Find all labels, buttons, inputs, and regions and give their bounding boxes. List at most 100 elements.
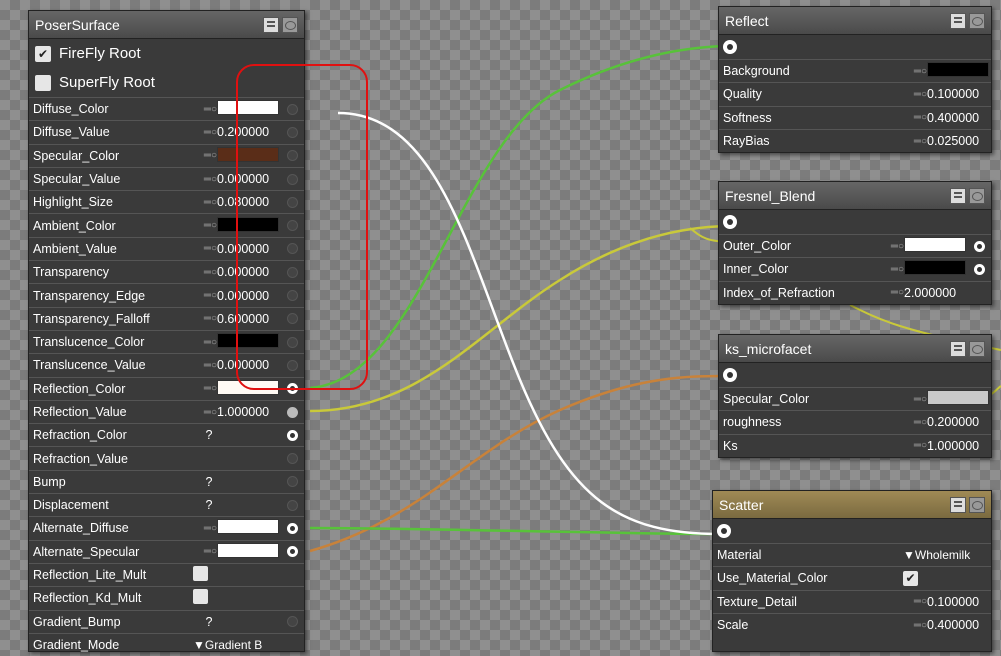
param-value[interactable]: ✔ <box>903 570 991 586</box>
preview-icon[interactable] <box>282 16 298 33</box>
color-swatch[interactable] <box>217 542 279 558</box>
color-swatch[interactable] <box>927 62 989 78</box>
output-socket-icon[interactable] <box>723 40 737 54</box>
link-key-icon[interactable]: ═○ <box>193 523 217 534</box>
fresnel-output[interactable] <box>719 210 991 234</box>
link-key-icon[interactable]: ═○ <box>903 394 927 405</box>
param-value[interactable] <box>193 589 281 607</box>
param-row-reflection-kd-mult[interactable]: Reflection_Kd_Mult <box>29 586 304 609</box>
checkbox[interactable] <box>193 589 208 605</box>
param-row-ks[interactable]: Ks ═○ 1.000000 <box>719 433 991 457</box>
input-socket-icon[interactable] <box>287 616 298 628</box>
link-key-icon[interactable]: ═○ <box>193 383 217 394</box>
link-key-icon[interactable]: ═○ <box>193 313 217 324</box>
param-value[interactable]: 0.200000 <box>927 415 991 429</box>
param-value[interactable] <box>927 390 991 408</box>
param-row-scale[interactable]: Scale ═○ 0.400000 <box>713 612 991 636</box>
param-row-specular-color[interactable]: Specular_Color ═○ <box>719 387 991 410</box>
link-key-icon[interactable]: ═○ <box>193 267 217 278</box>
param-value[interactable] <box>217 519 281 537</box>
param-row-raybias[interactable]: RayBias ═○ 0.025000 <box>719 128 991 152</box>
color-swatch[interactable] <box>904 260 966 276</box>
param-value[interactable]: 0.100000 <box>927 87 991 101</box>
reflect-header[interactable]: Reflect <box>719 7 991 35</box>
input-socket-icon[interactable] <box>287 429 298 441</box>
link-key-icon[interactable]: ═○ <box>903 136 927 147</box>
param-row-use-material-color[interactable]: Use_Material_Color ✔ <box>713 566 991 589</box>
output-socket-icon[interactable] <box>723 368 737 382</box>
menu-icon[interactable] <box>950 340 966 357</box>
param-row-reflection-lite-mult[interactable]: Reflection_Lite_Mult <box>29 562 304 586</box>
param-row-outer-color[interactable]: Outer_Color ═○ <box>719 234 991 257</box>
param-value[interactable]: 1.000000 <box>927 439 991 453</box>
link-key-icon[interactable]: ═○ <box>903 620 927 631</box>
scatter-node[interactable]: Scatter Material ▼Wholemilk Use_Material_C… <box>712 490 992 652</box>
param-row-gradient-mode[interactable]: Gradient_Mode ▼Gradient B <box>29 632 304 656</box>
param-row-quality[interactable]: Quality ═○ 0.100000 <box>719 82 991 105</box>
preview-icon[interactable] <box>969 496 985 513</box>
param-row-alternate-diffuse[interactable]: Alternate_Diffuse ═○ <box>29 516 304 539</box>
param-row-material[interactable]: Material ▼Wholemilk <box>713 543 991 566</box>
input-socket-icon[interactable] <box>287 406 298 418</box>
param-row-softness[interactable]: Softness ═○ 0.400000 <box>719 105 991 129</box>
param-value[interactable] <box>193 566 281 584</box>
output-socket-icon[interactable] <box>717 524 731 538</box>
dropdown-select[interactable]: ▼Gradient B <box>193 638 281 652</box>
link-key-icon[interactable]: ═○ <box>193 360 217 371</box>
link-key-icon[interactable]: ═○ <box>903 66 927 77</box>
link-key-icon[interactable]: ═○ <box>193 174 217 185</box>
link-key-icon[interactable]: ═○ <box>903 596 927 607</box>
checkbox[interactable]: ✔ <box>903 570 918 586</box>
reflect-output[interactable] <box>719 35 991 59</box>
link-key-icon[interactable]: ═○ <box>880 264 904 275</box>
input-socket-icon[interactable] <box>287 546 298 558</box>
link-key-icon[interactable]: ═○ <box>193 546 217 557</box>
param-row-refraction-value[interactable]: Refraction_Value <box>29 446 304 469</box>
param-row-reflection-value[interactable]: Reflection_Value ═○ 1.000000 <box>29 399 304 423</box>
ks-microfacet-node[interactable]: ks_microfacet Specular_Color ═○ roughness ═… <box>718 334 992 458</box>
color-swatch[interactable] <box>217 519 279 535</box>
link-key-icon[interactable]: ═○ <box>193 150 217 161</box>
input-socket-icon[interactable] <box>974 263 985 275</box>
link-key-icon[interactable]: ═○ <box>193 220 217 231</box>
scatter-output[interactable] <box>713 519 991 543</box>
link-key-icon[interactable]: ═○ <box>903 417 927 428</box>
link-key-icon[interactable]: ═○ <box>193 243 217 254</box>
input-socket-icon[interactable] <box>974 240 985 252</box>
checkbox[interactable] <box>193 566 208 582</box>
param-value[interactable]: 0.400000 <box>927 618 991 632</box>
menu-icon[interactable] <box>950 12 966 29</box>
preview-icon[interactable] <box>969 340 985 357</box>
input-socket-icon[interactable] <box>287 499 298 511</box>
input-socket-icon[interactable] <box>287 522 298 534</box>
color-swatch[interactable] <box>904 237 966 253</box>
preview-icon[interactable] <box>969 12 985 29</box>
reflect-node[interactable]: Reflect Background ═○ Quality ═○ 0.100000 Sof… <box>718 6 992 154</box>
scatter-header[interactable]: Scatter <box>713 491 991 519</box>
param-row-background[interactable]: Background ═○ <box>719 59 991 82</box>
param-value[interactable]: 0.025000 <box>927 134 991 148</box>
ks-header[interactable]: ks_microfacet <box>719 335 991 363</box>
param-row-inner-color[interactable]: Inner_Color ═○ <box>719 257 991 280</box>
menu-icon[interactable] <box>950 496 966 513</box>
link-key-icon[interactable]: ═○ <box>903 112 927 123</box>
param-row-displacement[interactable]: Displacement? <box>29 493 304 516</box>
param-row-roughness[interactable]: roughness ═○ 0.200000 <box>719 410 991 433</box>
firefly-checkbox[interactable]: ✔ <box>35 45 51 62</box>
link-key-icon[interactable]: ═○ <box>880 241 904 252</box>
link-key-icon[interactable]: ═○ <box>903 440 927 451</box>
fresnel-blend-node[interactable]: Fresnel_Blend Outer_Color ═○ Inner_Color ═○… <box>718 181 992 305</box>
param-row-index-of-refraction[interactable]: Index_of_Refraction ═○ 2.000000 <box>719 280 991 304</box>
input-socket-icon[interactable] <box>287 476 298 488</box>
param-value[interactable]: 0.400000 <box>927 111 991 125</box>
param-value[interactable]: 0.100000 <box>927 595 991 609</box>
fresnel-header[interactable]: Fresnel_Blend <box>719 182 991 210</box>
link-key-icon[interactable]: ═○ <box>903 89 927 100</box>
link-key-icon[interactable]: ═○ <box>193 337 217 348</box>
param-value[interactable] <box>217 542 281 561</box>
poser-surface-header[interactable]: PoserSurface <box>29 11 304 39</box>
link-key-icon[interactable]: ═○ <box>193 127 217 138</box>
param-row-alternate-specular[interactable]: Alternate_Specular ═○ <box>29 539 304 563</box>
output-socket-icon[interactable] <box>723 215 737 229</box>
link-key-icon[interactable]: ═○ <box>880 287 904 298</box>
